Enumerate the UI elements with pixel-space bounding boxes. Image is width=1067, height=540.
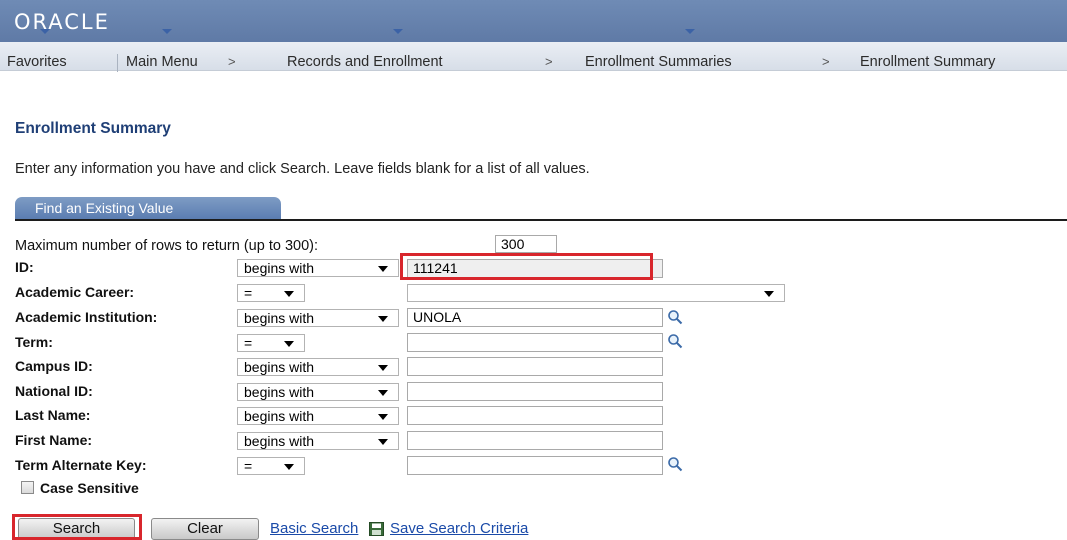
last-name-input[interactable] [407,406,663,425]
chevron-down-icon [764,291,774,297]
search-highlight-box [12,514,142,540]
tab-divider [15,219,1067,221]
academic-institution-value: UNOLA [413,309,462,325]
tab-label: Find an Existing Value [35,200,174,216]
last-name-operator-value: begins with [244,408,315,424]
summaries-dropdown-icon[interactable] [685,29,695,34]
nav-enrollment-summaries[interactable]: Enrollment Summaries [585,54,732,70]
first-name-input[interactable] [407,431,663,450]
term-alternate-key-input[interactable] [407,456,663,475]
nav-divider [117,54,118,72]
academic-career-operator-value: = [244,285,253,301]
nav-separator: > [228,54,236,69]
first-name-label: First Name: [15,432,93,448]
oracle-logo: ORACLE [14,10,110,34]
nav-favorites[interactable]: Favorites [7,54,67,70]
chevron-down-icon [284,464,294,470]
oracle-header: ORACLE [0,0,1067,42]
id-operator-select[interactable]: begins with [237,259,399,277]
page-title: Enrollment Summary [15,120,171,137]
max-rows-value: 300 [501,236,525,252]
academic-institution-operator-value: begins with [244,310,315,326]
term-operator-value: = [244,335,253,351]
lookup-magnifier-icon[interactable] [667,333,683,349]
academic-career-operator-select[interactable]: = [237,284,305,302]
academic-career-select[interactable] [407,284,785,302]
lookup-magnifier-icon[interactable] [667,309,683,325]
chevron-down-icon [378,266,388,272]
chevron-down-icon [378,390,388,396]
last-name-label: Last Name: [15,407,91,423]
nav-separator: > [545,54,553,69]
lookup-magnifier-icon[interactable] [667,456,683,472]
main-menu-dropdown-icon[interactable] [162,29,172,34]
chevron-down-icon [378,439,388,445]
national-id-input[interactable] [407,382,663,401]
campus-id-input[interactable] [407,357,663,376]
id-operator-value: begins with [244,260,315,276]
case-sensitive-checkbox[interactable] [21,481,34,494]
academic-institution-input[interactable]: UNOLA [407,308,663,327]
chevron-down-icon [378,316,388,322]
term-label: Term: [15,334,53,350]
term-operator-select[interactable]: = [237,334,305,352]
nav-records-enrollment[interactable]: Records and Enrollment [287,54,443,70]
academic-institution-operator-select[interactable]: begins with [237,309,399,327]
id-highlight-box [400,253,653,280]
clear-button[interactable]: Clear [151,518,259,540]
campus-id-label: Campus ID: [15,358,93,374]
term-alternate-key-label: Term Alternate Key: [15,457,147,473]
case-sensitive-label: Case Sensitive [40,480,139,496]
academic-institution-label: Academic Institution: [15,309,158,325]
term-alternate-key-operator-value: = [244,458,253,474]
instructions-text: Enter any information you have and click… [15,161,590,177]
tab-find-existing-value[interactable]: Find an Existing Value [15,197,281,219]
save-search-criteria-link[interactable]: Save Search Criteria [390,520,528,537]
last-name-operator-select[interactable]: begins with [237,407,399,425]
first-name-operator-value: begins with [244,433,315,449]
nav-separator: > [822,54,830,69]
chevron-down-icon [284,291,294,297]
id-label: ID: [15,259,34,275]
records-dropdown-icon[interactable] [393,29,403,34]
national-id-operator-select[interactable]: begins with [237,383,399,401]
nav-enrollment-summary[interactable]: Enrollment Summary [860,54,995,70]
max-rows-label: Maximum number of rows to return (up to … [15,238,319,254]
max-rows-input[interactable]: 300 [495,235,557,253]
save-disk-icon[interactable] [369,522,384,536]
national-id-label: National ID: [15,383,93,399]
term-input[interactable] [407,333,663,352]
campus-id-operator-select[interactable]: begins with [237,358,399,376]
national-id-operator-value: begins with [244,384,315,400]
navigation-bar: Favorites Main Menu > Records and Enroll… [0,42,1067,72]
academic-career-label: Academic Career: [15,284,135,300]
basic-search-link[interactable]: Basic Search [270,520,358,537]
first-name-operator-select[interactable]: begins with [237,432,399,450]
chevron-down-icon [378,414,388,420]
favorites-dropdown-icon[interactable] [40,29,50,34]
chevron-down-icon [284,341,294,347]
campus-id-operator-value: begins with [244,359,315,375]
chevron-down-icon [378,365,388,371]
term-alternate-key-operator-select[interactable]: = [237,457,305,475]
nav-main-menu[interactable]: Main Menu [126,54,198,70]
